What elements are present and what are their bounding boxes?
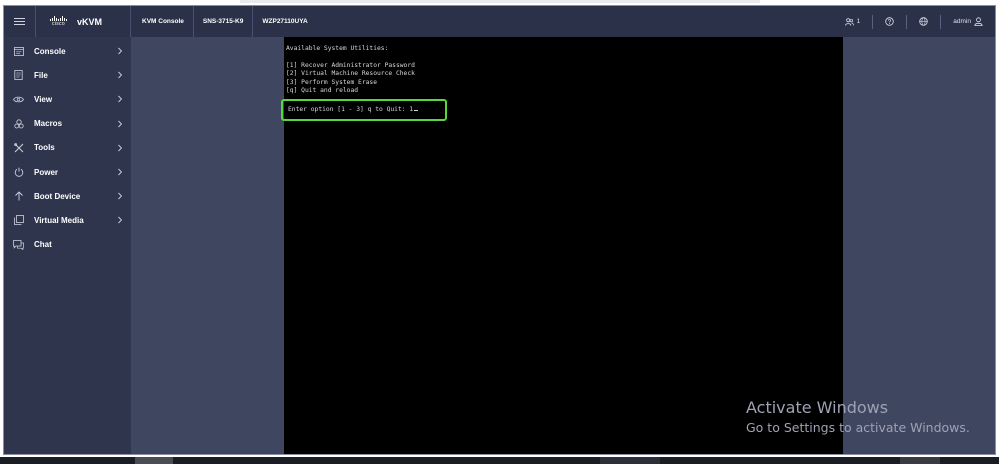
- username: admin: [953, 18, 971, 25]
- eye-icon: [13, 94, 24, 105]
- vkvm-window: cisco vKVM KVM Console SNS-3715-K9 WZP27…: [3, 5, 996, 455]
- globe-icon: [919, 17, 928, 26]
- breadcrumb-model: SNS-3715-K9: [194, 6, 254, 37]
- breadcrumb-serial: WZP27110UYA: [262, 18, 308, 25]
- sidebar: Console File View Macros Tools Power Boo…: [4, 37, 131, 454]
- sidebar-item-label: Boot Device: [34, 191, 81, 201]
- sidebar-item-label: View: [34, 94, 53, 104]
- brand: cisco vKVM: [36, 6, 131, 37]
- console-option: [1] Recover Administrator Password: [286, 62, 415, 69]
- sidebar-item-label: Power: [34, 167, 59, 177]
- chevron-right-icon: [118, 120, 123, 127]
- console-option: [q] Quit and reload: [286, 87, 359, 95]
- console-option: [2] Virtual Machine Resource Check: [286, 70, 415, 78]
- sidebar-item-macros[interactable]: Macros: [4, 112, 131, 136]
- users-icon: [844, 17, 854, 26]
- sessions-count: 1: [856, 18, 861, 25]
- arrow-up-icon: [13, 191, 24, 202]
- breadcrumb-kvm-console[interactable]: KVM Console: [131, 6, 194, 37]
- keyboard-icon: [13, 118, 24, 129]
- sidebar-item-label: Macros: [34, 119, 63, 129]
- app-name: vKVM: [77, 16, 103, 27]
- chevron-right-icon: [118, 144, 123, 152]
- help-button[interactable]: [873, 6, 906, 37]
- chat-icon: [13, 239, 24, 250]
- sessions-button[interactable]: 1: [833, 6, 873, 37]
- chevron-right-icon: [118, 192, 123, 200]
- console-options: [1] Recover Administrator Password [2] V…: [286, 62, 415, 96]
- activate-windows-watermark: Activate Windows Go to Settings to activ…: [746, 398, 970, 438]
- window-top-edge: [240, 0, 760, 3]
- sidebar-item-virtual-media[interactable]: Virtual Media: [4, 208, 131, 232]
- language-button[interactable]: [907, 6, 940, 37]
- virtual-media-icon: [13, 215, 24, 226]
- tools-icon: [13, 142, 24, 153]
- chevron-right-icon: [118, 71, 123, 79]
- sidebar-item-boot-device[interactable]: Boot Device: [4, 184, 131, 208]
- help-icon: [885, 17, 894, 26]
- console-title: Available System Utilities:: [286, 45, 389, 52]
- sidebar-item-label: Virtual Media: [34, 215, 84, 225]
- taskbar-strip: [0, 457, 999, 464]
- power-icon: [13, 167, 24, 178]
- sidebar-item-console[interactable]: Console: [4, 39, 131, 63]
- sidebar-item-label: File: [34, 70, 48, 80]
- sidebar-item-tools[interactable]: Tools: [4, 136, 131, 160]
- sidebar-item-label: Console: [34, 46, 66, 56]
- file-icon: [13, 70, 24, 81]
- console-icon: [13, 46, 24, 57]
- user-icon: [974, 17, 983, 26]
- console-prompt: Enter option [1 - 3] q to Quit: 1: [288, 105, 414, 113]
- chevron-right-icon: [118, 217, 123, 224]
- watermark-subtitle: Go to Settings to activate Windows.: [746, 420, 970, 435]
- sidebar-item-power[interactable]: Power: [4, 160, 131, 184]
- sidebar-item-chat[interactable]: Chat: [4, 233, 131, 257]
- cisco-logo: cisco: [50, 16, 67, 27]
- text-cursor: [414, 109, 419, 111]
- sidebar-item-label: Chat: [34, 240, 52, 250]
- menu-icon[interactable]: [4, 6, 36, 37]
- chevron-right-icon: [118, 168, 123, 176]
- chevron-right-icon: [118, 96, 123, 103]
- user-menu-button[interactable]: admin: [941, 6, 995, 37]
- watermark-title: Activate Windows: [746, 398, 889, 417]
- chevron-right-icon: [118, 47, 123, 55]
- kvm-console-screen[interactable]: Available System Utilities: [1] Recover …: [281, 37, 843, 454]
- sidebar-item-file[interactable]: File: [4, 63, 131, 87]
- top-header: cisco vKVM KVM Console SNS-3715-K9 WZP27…: [4, 6, 995, 37]
- sidebar-item-view[interactable]: View: [4, 87, 131, 111]
- sidebar-item-label: Tools: [34, 143, 55, 153]
- console-option: [3] Perform System Erase: [286, 78, 377, 86]
- console-prompt-highlight: Enter option [1 - 3] q to Quit: 1: [281, 99, 447, 121]
